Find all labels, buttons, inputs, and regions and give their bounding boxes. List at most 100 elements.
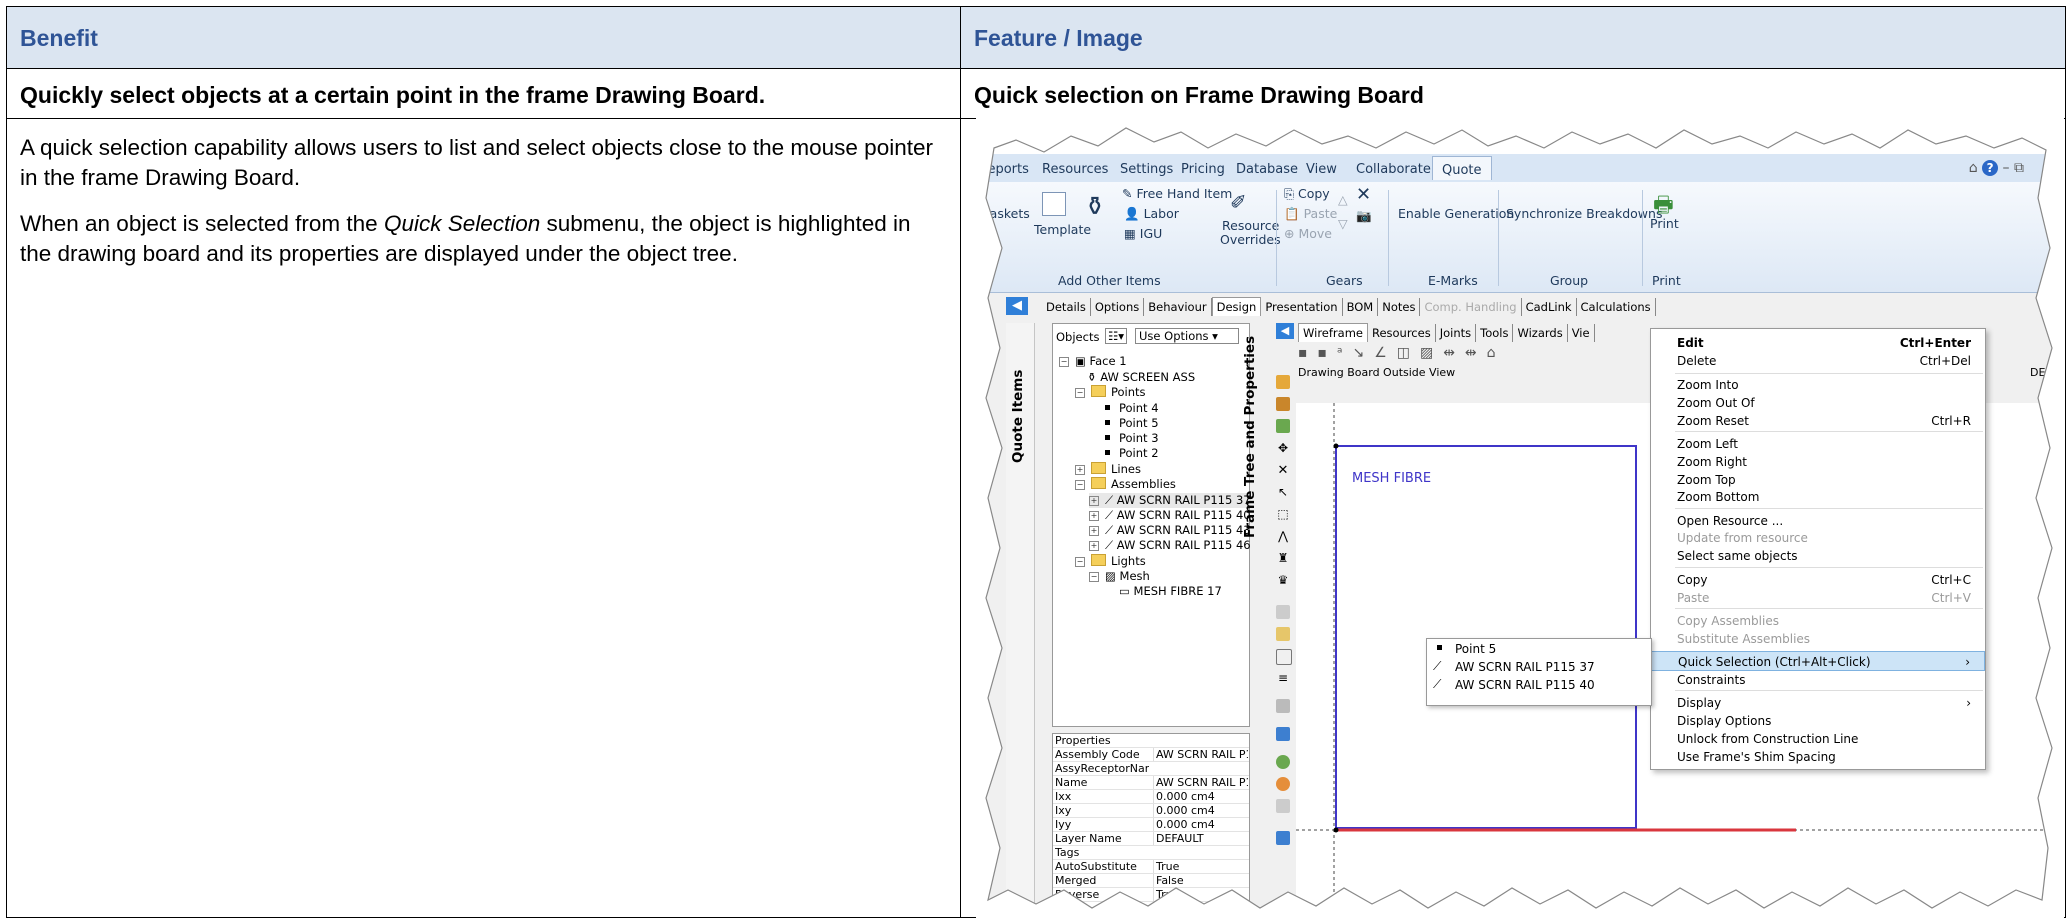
tab-details[interactable]: Details [1042, 298, 1091, 316]
menu-view[interactable]: View [1306, 162, 1337, 177]
menu-reports[interactable]: Reports [979, 162, 1029, 177]
menu-resources[interactable]: Resources [1042, 162, 1108, 177]
tab-bom[interactable]: BOM [1343, 298, 1379, 316]
menu-pricing[interactable]: Pricing [1181, 162, 1225, 177]
tree-points[interactable]: − Points [1075, 385, 1146, 399]
expand-icon[interactable]: + [1089, 541, 1099, 551]
tab-presentation[interactable]: Presentation [1261, 298, 1343, 316]
copy-button[interactable]: ⎘ Copy [1284, 186, 1330, 202]
tree-lines[interactable]: + Lines [1075, 462, 1141, 476]
chair-icon[interactable]: ♛ [1276, 573, 1290, 587]
submenu-assembly-37[interactable]: AW SCRN RAIL P115 37 [1455, 660, 1595, 674]
point-marker[interactable] [1333, 827, 1339, 833]
collapse-icon[interactable]: − [1075, 480, 1085, 490]
zoom-window-icon[interactable] [1276, 699, 1290, 713]
menu-select-same[interactable]: Select same objects [1651, 546, 1985, 566]
add-line-icon[interactable] [1276, 397, 1290, 411]
delete-tool-icon[interactable]: ✕ [1276, 463, 1290, 478]
use-options-select[interactable]: Use Options ▾ [1135, 328, 1239, 344]
tab-joints[interactable]: Joints [1436, 324, 1477, 342]
collapse-icon[interactable]: − [1059, 357, 1069, 367]
tree-point5[interactable]: Point 5 [1105, 416, 1159, 430]
submenu-point5[interactable]: Point 5 [1455, 642, 1496, 656]
board-back-arrow-icon[interactable]: ◀ [1276, 323, 1294, 339]
tab-wizards[interactable]: Wizards [1513, 324, 1568, 342]
tree-screen[interactable]: ⚱ AW SCREEN ASS [1087, 370, 1195, 384]
menu-display-options[interactable]: Display Options [1651, 711, 1985, 731]
menu-zoom-out-of[interactable]: Zoom Out Of [1651, 393, 1985, 413]
menu-zoom-left[interactable]: Zoom Left [1651, 434, 1985, 454]
tree-assembly-46[interactable]: + ⟋ AW SCRN RAIL P115 46 [1089, 538, 1251, 553]
point-marker[interactable] [1333, 443, 1339, 449]
property-row[interactable]: AutoSubstitute True [1053, 860, 1249, 874]
property-row[interactable]: Layer Name DEFAULT [1053, 832, 1249, 846]
align-tool-icon[interactable]: ≡ [1276, 671, 1290, 685]
expand-icon[interactable]: + [1089, 526, 1099, 536]
menu-zoom-reset[interactable]: Zoom Reset Ctrl+R [1651, 411, 1985, 431]
tree-mesh[interactable]: − ▨ Mesh [1089, 569, 1150, 583]
menu-update-from-resource[interactable]: Update from resource [1651, 528, 1985, 548]
menu-quote[interactable]: Quote [1432, 156, 1492, 180]
property-value[interactable]: AW SCRN RAIL P115 [1153, 776, 1248, 789]
property-value[interactable]: AW SCRN RAIL P11 [1153, 748, 1248, 761]
tab-options[interactable]: Options [1091, 298, 1145, 316]
gaskets-button[interactable]: Gaskets [980, 206, 1030, 221]
zoom-reset-icon[interactable] [1276, 831, 1290, 845]
property-row[interactable]: Reverse True [1053, 888, 1249, 902]
tab-notes[interactable]: Notes [1378, 298, 1421, 316]
menu-constraints[interactable]: Constraints [1651, 670, 1985, 690]
help-icon[interactable]: ? [1982, 160, 1999, 176]
zoom-fit-icon[interactable] [1276, 799, 1290, 813]
tab-tools[interactable]: Tools [1476, 324, 1514, 342]
property-value[interactable]: 0.000 cm4 [1153, 790, 1248, 803]
property-value[interactable]: True [1153, 888, 1248, 901]
property-value[interactable]: False [1153, 874, 1248, 887]
property-row[interactable]: Merged False [1053, 874, 1249, 888]
move-button[interactable]: ⊕ Move [1284, 226, 1332, 241]
menu-delete[interactable]: Delete Ctrl+Del [1651, 351, 1985, 371]
menu-shim-spacing[interactable]: Use Frame's Shim Spacing [1651, 747, 1985, 767]
menu-settings[interactable]: Settings [1120, 162, 1173, 177]
tree-point4[interactable]: Point 4 [1105, 401, 1159, 415]
property-row[interactable]: Iyy 0.000 cm4 [1053, 818, 1249, 832]
tab-behaviour[interactable]: Behaviour [1144, 298, 1212, 316]
tab-wireframe[interactable]: Wireframe [1298, 323, 1368, 342]
tree-assemblies[interactable]: − Assemblies [1075, 477, 1176, 491]
menu-collaborate[interactable]: Collaborate [1356, 162, 1431, 177]
property-value[interactable]: True [1153, 860, 1248, 873]
select-tool-icon[interactable]: ↖ [1276, 485, 1290, 499]
tab-design[interactable]: Design [1211, 297, 1262, 316]
tree-mesh-17[interactable]: ▭ MESH FIBRE 17 [1119, 584, 1222, 598]
menu-edit[interactable]: Edit Ctrl+Enter [1651, 333, 1985, 353]
igu-button[interactable]: ▦ IGU [1124, 226, 1162, 241]
template-icon[interactable] [1042, 192, 1066, 216]
paste-tool-icon[interactable] [1276, 605, 1290, 619]
tab-comp-handling[interactable]: Comp. Handling [1420, 298, 1522, 316]
menu-zoom-right[interactable]: Zoom Right [1651, 452, 1985, 472]
compass-icon[interactable]: ⋀ [1276, 529, 1290, 543]
property-row[interactable]: Assembly Code AW SCRN RAIL P11 [1053, 748, 1249, 762]
add-resource-icon[interactable] [1276, 419, 1290, 433]
collapse-icon[interactable]: − [1089, 572, 1099, 582]
drawing-tools-toolbar[interactable]: ▪▪ᵃ↘∠◫▨⇹⇹⌂ [1298, 345, 1506, 361]
resource-overrides-line2[interactable]: Overrides [1220, 232, 1281, 247]
edit-tool-icon[interactable] [1276, 627, 1290, 641]
property-value[interactable]: 0.000 cm4 [1153, 804, 1248, 817]
close-icon[interactable]: ✕ [1356, 184, 1371, 205]
menu-copy-assemblies[interactable]: Copy Assemblies [1651, 611, 1985, 631]
property-value[interactable]: DEFAULT [1153, 832, 1248, 845]
menu-display[interactable]: Display › [1651, 693, 1985, 713]
property-row[interactable]: Ixx 0.000 cm4 [1053, 790, 1249, 804]
menu-copy[interactable]: Copy Ctrl+C [1651, 570, 1985, 590]
collapse-ribbon-icon[interactable]: ⌂ [1969, 160, 1978, 176]
restore-icon[interactable]: ⧉ [2014, 160, 2024, 176]
menu-unlock-construction[interactable]: Unlock from Construction Line [1651, 729, 1985, 749]
submenu-assembly-40[interactable]: AW SCRN RAIL P115 40 [1455, 678, 1595, 692]
enable-generation-button[interactable]: Enable Generation [1398, 206, 1514, 221]
zoom-out-icon[interactable] [1276, 777, 1290, 791]
menu-zoom-bottom[interactable]: Zoom Bottom [1651, 487, 1985, 507]
tab-cadlink[interactable]: CadLink [1522, 298, 1577, 316]
collapse-icon[interactable]: − [1075, 388, 1085, 398]
property-row[interactable]: Ixy 0.000 cm4 [1053, 804, 1249, 818]
stamp-icon[interactable]: ♜ [1276, 551, 1290, 565]
